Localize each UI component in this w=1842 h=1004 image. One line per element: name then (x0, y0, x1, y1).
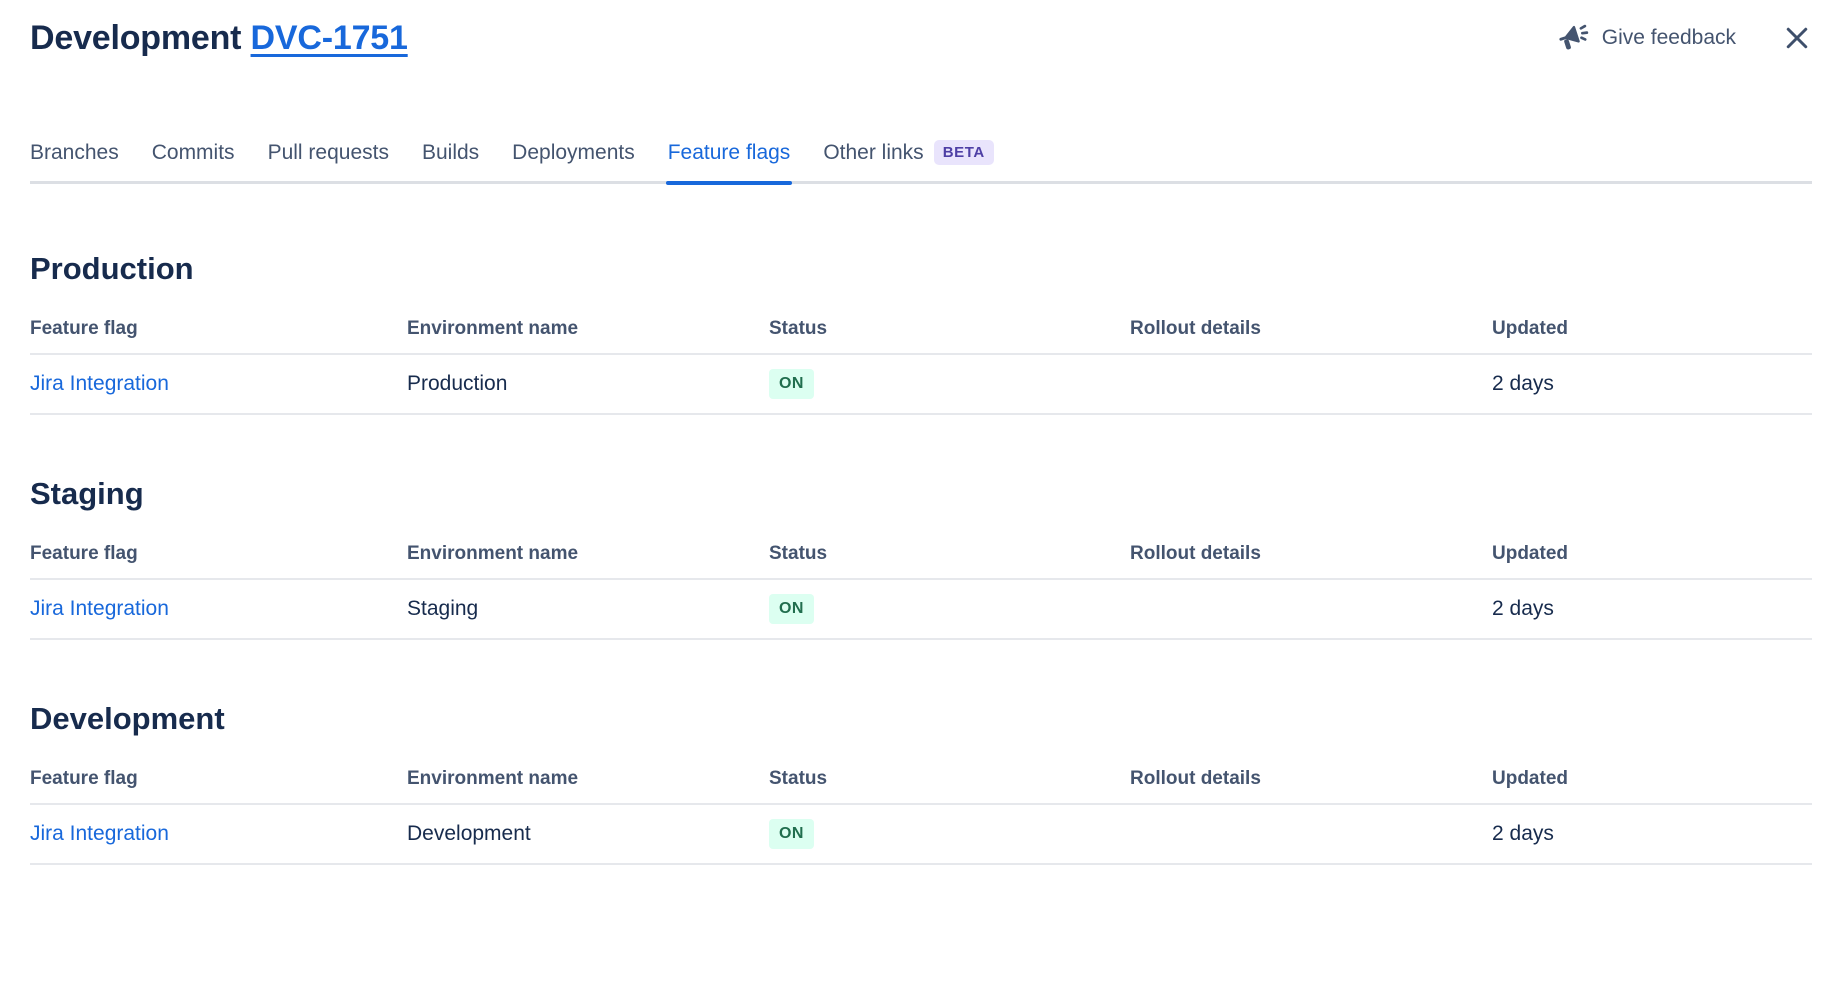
column-header-environment-name: Environment name (407, 768, 769, 790)
updated-cell: 2 days (1492, 822, 1812, 846)
column-header-status: Status (769, 768, 1130, 790)
table-header-row: Feature flag Environment name Status Rol… (30, 318, 1812, 355)
column-header-environment-name: Environment name (407, 318, 769, 340)
column-header-status: Status (769, 543, 1130, 565)
tab-feature-flags[interactable]: Feature flags (668, 141, 791, 165)
tab-commits[interactable]: Commits (152, 141, 235, 165)
beta-badge: BETA (934, 140, 994, 165)
table-header-row: Feature flag Environment name Status Rol… (30, 543, 1812, 580)
section-title: Staging (30, 475, 1812, 513)
tab-builds[interactable]: Builds (422, 141, 479, 165)
feature-flag-link[interactable]: Jira Integration (30, 822, 169, 845)
panel-title-text: Development (30, 19, 241, 57)
table-row: Jira Integration Development ON 2 days (30, 805, 1812, 865)
dev-panel-tabs: Branches Commits Pull requests Builds De… (30, 140, 1812, 184)
tab-branches[interactable]: Branches (30, 141, 119, 165)
feature-flag-link[interactable]: Jira Integration (30, 372, 169, 395)
megaphone-icon (1556, 21, 1590, 55)
environment-name-cell: Staging (407, 597, 769, 621)
give-feedback-button[interactable]: Give feedback (1556, 21, 1736, 55)
table-row: Jira Integration Staging ON 2 days (30, 580, 1812, 640)
environment-name-cell: Production (407, 372, 769, 396)
status-badge: ON (769, 594, 814, 624)
feature-flag-cell: Jira Integration (30, 372, 407, 396)
column-header-rollout-details: Rollout details (1130, 768, 1492, 790)
issue-key-link[interactable]: DVC-1751 (251, 19, 408, 57)
close-icon (1782, 23, 1812, 53)
section-staging: Staging Feature flag Environment name St… (30, 475, 1812, 640)
column-header-rollout-details: Rollout details (1130, 543, 1492, 565)
header-actions: Give feedback (1556, 21, 1812, 55)
feature-flag-link[interactable]: Jira Integration (30, 597, 169, 620)
status-cell: ON (769, 594, 1130, 624)
environment-name-cell: Development (407, 822, 769, 846)
updated-cell: 2 days (1492, 372, 1812, 396)
page-title: Development DVC-1751 (30, 16, 408, 60)
column-header-feature-flag: Feature flag (30, 768, 407, 790)
give-feedback-label: Give feedback (1602, 26, 1736, 50)
close-button[interactable] (1782, 23, 1812, 53)
section-title: Development (30, 700, 1812, 738)
column-header-feature-flag: Feature flag (30, 318, 407, 340)
feature-flag-cell: Jira Integration (30, 597, 407, 621)
column-header-rollout-details: Rollout details (1130, 318, 1492, 340)
column-header-status: Status (769, 318, 1130, 340)
column-header-feature-flag: Feature flag (30, 543, 407, 565)
tab-deployments[interactable]: Deployments (512, 141, 635, 165)
column-header-environment-name: Environment name (407, 543, 769, 565)
column-header-updated: Updated (1492, 768, 1812, 790)
status-cell: ON (769, 369, 1130, 399)
table-header-row: Feature flag Environment name Status Rol… (30, 768, 1812, 805)
section-title: Production (30, 250, 1812, 288)
development-panel: Development DVC-1751 (0, 0, 1842, 865)
tab-other-links[interactable]: Other links BETA (823, 140, 994, 165)
table-row: Jira Integration Production ON 2 days (30, 355, 1812, 415)
updated-cell: 2 days (1492, 597, 1812, 621)
status-badge: ON (769, 819, 814, 849)
column-header-updated: Updated (1492, 318, 1812, 340)
tab-pull-requests[interactable]: Pull requests (268, 141, 389, 165)
panel-header: Development DVC-1751 (30, 16, 1812, 60)
status-cell: ON (769, 819, 1130, 849)
status-badge: ON (769, 369, 814, 399)
column-header-updated: Updated (1492, 543, 1812, 565)
section-development: Development Feature flag Environment nam… (30, 700, 1812, 865)
section-production: Production Feature flag Environment name… (30, 250, 1812, 415)
feature-flag-cell: Jira Integration (30, 822, 407, 846)
